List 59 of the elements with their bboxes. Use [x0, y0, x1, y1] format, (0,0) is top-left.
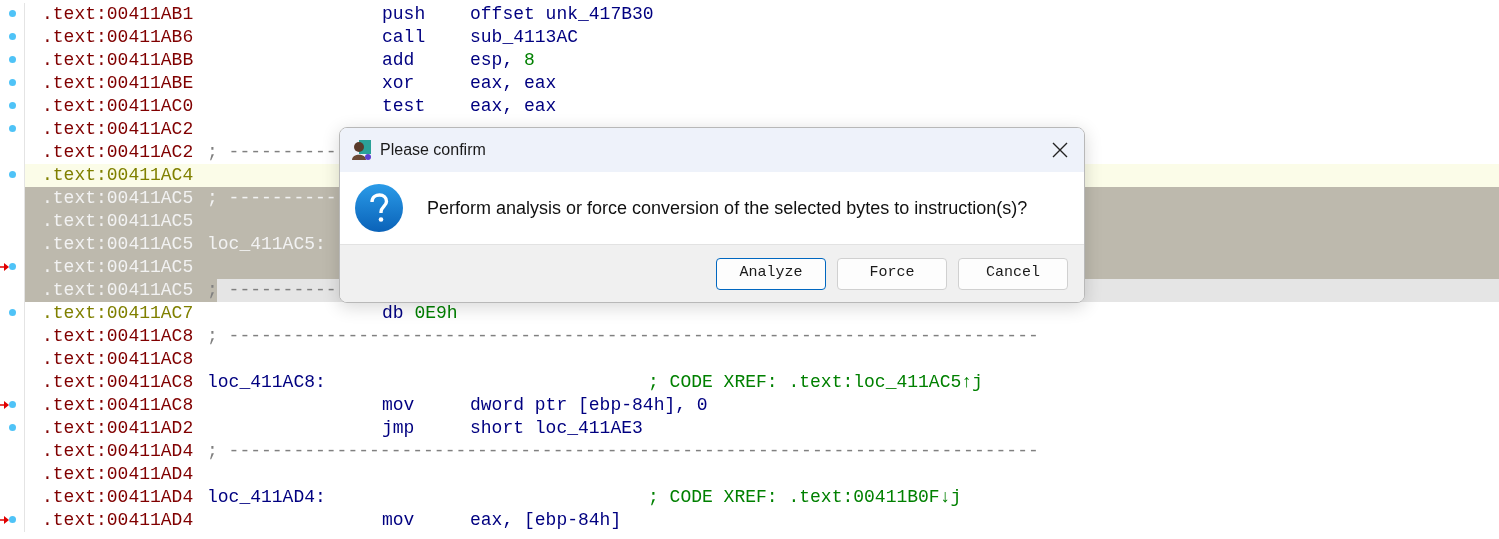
address-text: .text:00411AC2 [42, 118, 195, 141]
dialog-message: Perform analysis or force conversion of the selected bytes to instruction(s)? [427, 196, 1028, 220]
address-text: .text:00411AD4 [42, 440, 195, 463]
address-text: .text:00411ABE [42, 72, 195, 95]
address-text: .text:00411AD4 [42, 486, 195, 509]
comment-text: ; CODE XREF: .text:00411B0F↓j [648, 486, 962, 509]
mnemonic-text: add [382, 49, 416, 72]
question-icon [355, 184, 403, 232]
address-text: .text:00411AC8 [42, 371, 195, 394]
address-text: .text:00411AC5 [42, 233, 195, 256]
address-text: .text:00411AD4 [42, 463, 195, 486]
address-text: .text:00411AB6 [42, 26, 195, 49]
operand-text: esp, 8 [470, 49, 535, 72]
address-text: .text:00411AC7 [42, 302, 195, 325]
address-text: .text:00411AC2 [42, 141, 195, 164]
operand-text: eax, eax [470, 72, 557, 95]
mnemonic-text: jmp [382, 417, 416, 440]
separator-line: ; --------------------------------------------------------------------------- [207, 440, 1039, 463]
mnemonic-text: test [382, 95, 427, 118]
separator-line: ; ---------- [207, 279, 337, 302]
address-text: .text:00411AC8 [42, 394, 195, 417]
close-icon [1052, 142, 1068, 158]
mnemonic-text: mov [382, 509, 416, 532]
comment-text: ; CODE XREF: .text:loc_411AC5↑j [648, 371, 983, 394]
address-text: .text:00411AB1 [42, 3, 195, 26]
address-text: .text:00411AC5 [42, 279, 195, 302]
address-text: .text:00411AC5 [42, 187, 195, 210]
operand-text: eax, [ebp-84h] [470, 509, 622, 532]
address-text: .text:00411AC5 [42, 210, 195, 233]
mnemonic-text: mov [382, 394, 416, 417]
address-text: .text:00411AC5 [42, 256, 195, 279]
address-text: .text:00411AC0 [42, 95, 195, 118]
operand-text: sub_4113AC [470, 26, 579, 49]
address-text: .text:00411AC4 [42, 164, 195, 187]
app-icon [350, 139, 372, 161]
dialog-button[interactable]: Force [837, 257, 947, 290]
operand-text: eax, eax [470, 95, 557, 118]
separator-line: ; --------------------------------------------------------------------------- [207, 325, 1039, 348]
mnemonic-text: xor [382, 72, 416, 95]
operand-text: short loc_411AE3 [470, 417, 643, 440]
address-text: .text:00411AD4 [42, 509, 195, 532]
mnemonic-text: call [382, 26, 427, 49]
separator-line: ; ---------- [207, 141, 337, 164]
address-text: .text:00411AD2 [42, 417, 195, 440]
label-text: loc_411AC5: [207, 233, 327, 256]
dialog-title: Please confirm [380, 140, 486, 160]
operand-text: 0E9h [414, 302, 458, 325]
address-text: .text:00411AC8 [42, 348, 195, 371]
operand-text: dword ptr [ebp-84h], 0 [470, 394, 708, 417]
operand-text: offset unk_417B30 [470, 3, 654, 26]
separator-line: ; ---------- [207, 187, 337, 210]
dialog-button[interactable]: Cancel [958, 257, 1068, 290]
label-text: loc_411AC8: [207, 371, 327, 394]
address-text: .text:00411AC8 [42, 325, 195, 348]
label-text: loc_411AD4: [207, 486, 327, 509]
address-text: .text:00411ABB [42, 49, 195, 72]
directive-text: db [382, 302, 404, 325]
mnemonic-text: push [382, 3, 427, 26]
dialog-button[interactable]: Analyze [716, 257, 826, 290]
